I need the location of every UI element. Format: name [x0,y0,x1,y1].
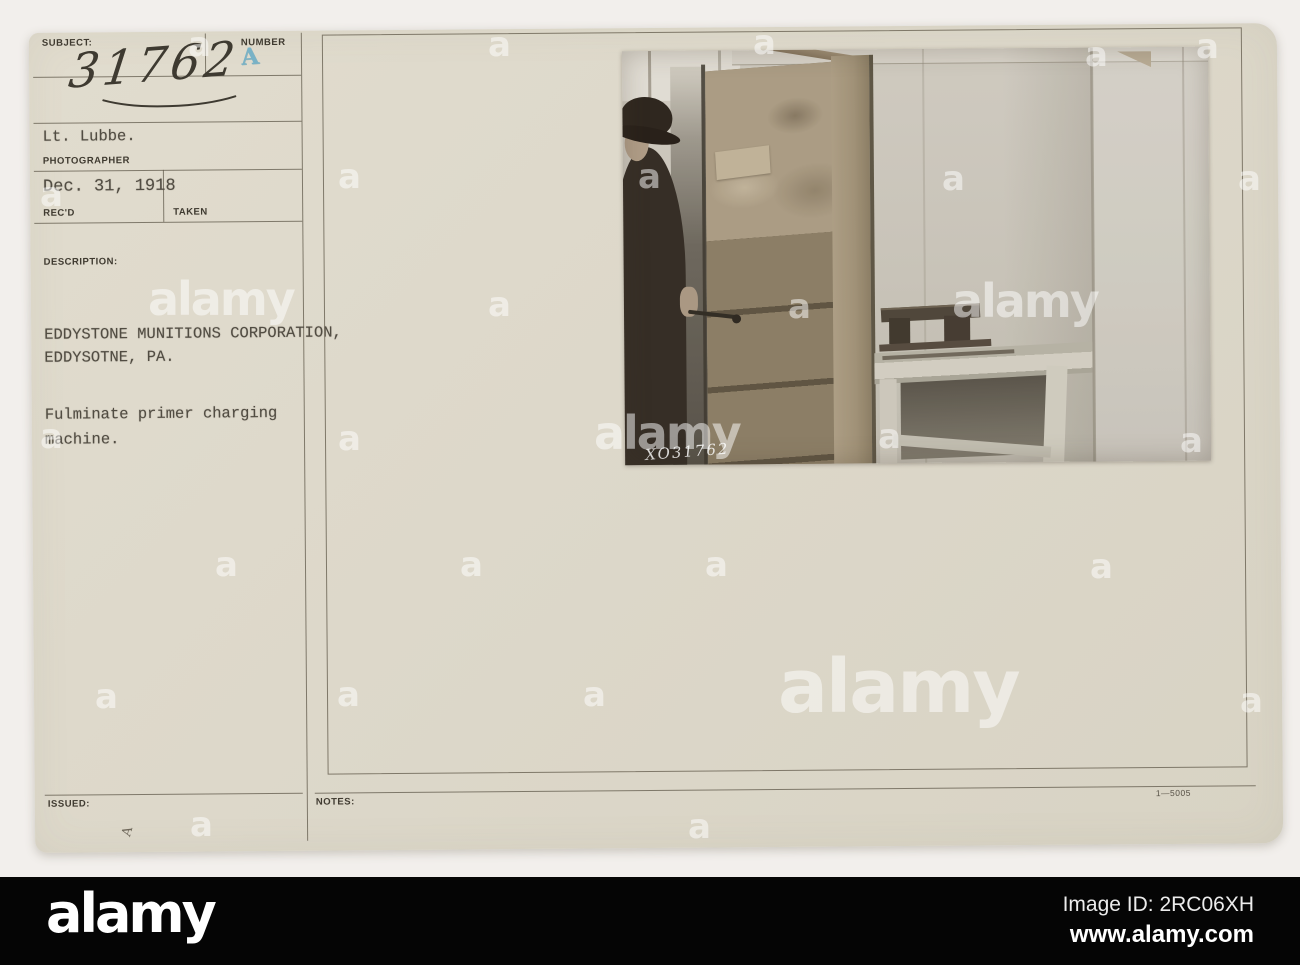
description-label: DESCRIPTION: [43,256,118,268]
notes-label: NOTES: [315,796,355,808]
rule-under-photographer [33,168,302,172]
description-line1: EDDYSTONE MUNITIONS CORPORATION, [44,323,342,344]
footer-right: Image ID: 2RC06XH www.alamy.com [1063,893,1254,949]
alamy-url-text: www.alamy.com [1069,921,1254,948]
rule-above-notes [314,785,1256,794]
footer-bar: alamy Image ID: 2RC06XH www.alamy.com [0,877,1300,965]
sepia-tone-overlay [621,46,1212,466]
stock-photo-page: SUBJECT: 31762 NUMBER A Lt. Lubbe. PHOTO… [0,0,1300,965]
description-line2: EDDYSOTNE, PA. [44,347,175,367]
image-id-text: Image ID: 2RC06XH [1062,893,1254,916]
date-value: Dec. 31, 1918 [42,176,176,197]
alamy-logo: alamy [46,882,217,945]
subject-underline-flourish [102,95,237,108]
rule-blank-row [33,120,302,124]
photographer-value: Lt. Lubbe. [42,127,136,146]
photograph: XO31762 [621,46,1212,466]
rule-under-date [34,220,303,224]
recd-label: REC'D [43,207,75,219]
issued-label: ISSUED: [47,798,90,810]
divider-left-column [300,32,309,841]
issued-stamp-a: A [119,825,137,839]
form-number: 1—5005 [1155,787,1191,799]
archive-photo-card: SUBJECT: 31762 NUMBER A Lt. Lubbe. PHOTO… [28,23,1284,853]
taken-label: TAKEN [173,206,208,218]
rule-above-issued [44,792,303,796]
photographer-label: PHOTOGRAPHER [42,155,130,167]
description-line3: Fulminate primer charging [44,403,278,424]
description-line4: machine. [44,430,120,449]
number-stamp-a: A [239,42,260,71]
